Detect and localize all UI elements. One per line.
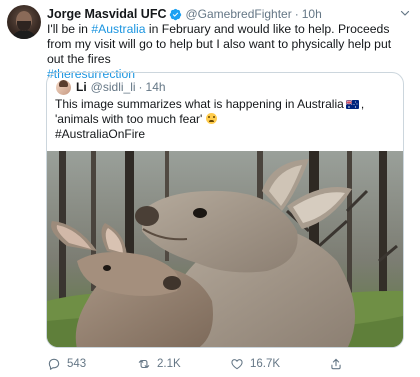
share-icon [331, 358, 341, 370]
quoted-author-name[interactable]: Li [76, 80, 87, 94]
quoted-header-separator: · [138, 80, 143, 94]
tweet-header: Jorge Masvidal UFC @GamebredFighter · 10… [47, 6, 322, 22]
like-button[interactable]: 16.7K [230, 357, 280, 371]
australia-flag-emoji [345, 100, 359, 109]
quoted-tweet[interactable]: Li @sidli_li · 14h This image summarizes… [46, 72, 404, 348]
quoted-author-handle[interactable]: @sidli_li [91, 80, 136, 94]
author-name[interactable]: Jorge Masvidal UFC [47, 7, 166, 21]
tweet-time[interactable]: 10h [302, 7, 322, 21]
retweet-count: 2.1K [157, 358, 181, 370]
tweet-card[interactable]: Jorge Masvidal UFC @GamebredFighter · 10… [0, 0, 420, 377]
header-separator: · [294, 7, 299, 21]
quoted-tweet-header: Li @sidli_li · 14h [56, 79, 166, 95]
retweet-button[interactable]: 2.1K [137, 357, 181, 371]
reply-button[interactable]: 543 [47, 357, 86, 371]
verified-badge-icon [170, 8, 182, 20]
quoted-text-part: This image summarizes what is happening … [55, 97, 344, 111]
author-avatar[interactable] [7, 5, 41, 39]
author-handle[interactable]: @GamebredFighter [185, 7, 291, 21]
quoted-tweet-image-kangaroo[interactable] [47, 151, 403, 348]
tweet-text-part: I'll be in [47, 22, 92, 36]
quoted-hashtag[interactable]: #AustraliaOnFire [55, 127, 145, 141]
retweet-icon [138, 359, 150, 369]
hashtag-link-australia[interactable]: #Australia [91, 22, 145, 36]
like-count: 16.7K [250, 358, 281, 370]
reply-count: 543 [67, 358, 87, 370]
heart-icon [231, 359, 243, 370]
chevron-down-icon[interactable] [399, 7, 411, 19]
share-button[interactable] [329, 357, 349, 371]
quoted-tweet-time[interactable]: 14h [146, 80, 166, 94]
quoted-author-avatar[interactable] [56, 79, 71, 95]
quoted-tweet-text: This image summarizes what is happening … [55, 97, 397, 142]
reply-icon [48, 358, 60, 370]
fearful-face-emoji [205, 113, 217, 124]
tweet-actions: 543 2.1K 16.7K [47, 357, 377, 375]
